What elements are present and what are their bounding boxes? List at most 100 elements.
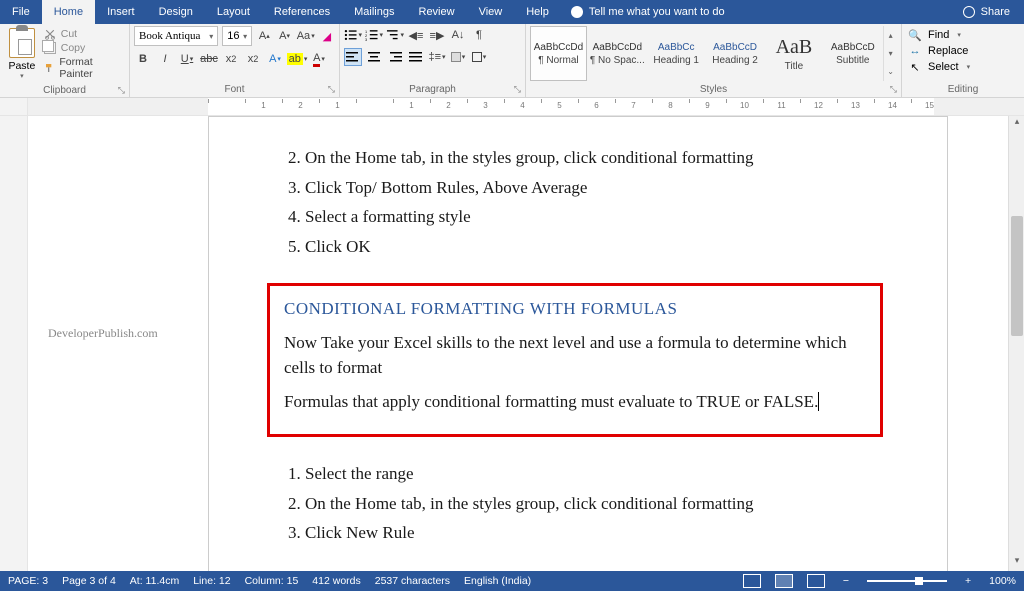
- bullets-button[interactable]: ▾: [344, 26, 362, 44]
- box-paragraph: Now Take your Excel skills to the next l…: [284, 330, 866, 381]
- replace-icon: ↔: [908, 44, 922, 58]
- tab-layout[interactable]: Layout: [205, 0, 262, 24]
- align-right-button[interactable]: [386, 48, 404, 66]
- styles-more-icon[interactable]: ⌄: [887, 67, 894, 76]
- paragraph-launcher[interactable]: ⤡: [514, 84, 521, 95]
- cut-icon: [44, 28, 56, 40]
- scroll-thumb[interactable]: [1011, 216, 1023, 336]
- group-styles: AaBbCcDd¶ Normal AaBbCcDd¶ No Spac... Aa…: [526, 24, 902, 97]
- tab-view[interactable]: View: [467, 0, 515, 24]
- clear-formatting-button[interactable]: ◢: [319, 27, 335, 45]
- list-item: On the Home tab, in the styles group, cl…: [305, 145, 883, 171]
- superscript-button[interactable]: x2: [244, 50, 262, 68]
- borders-button[interactable]: ▾: [470, 48, 488, 66]
- status-column[interactable]: Column: 15: [245, 575, 299, 587]
- italic-button[interactable]: I: [156, 50, 174, 68]
- multilevel-list-button[interactable]: ▾: [386, 26, 404, 44]
- group-clipboard: Paste ▾ Cut Copy Format Painter Clipboar…: [0, 24, 130, 97]
- group-editing: 🔍Find▾ ↔Replace ↖Select▾ Editing: [902, 24, 1024, 97]
- numbering-button[interactable]: 123▾: [365, 26, 383, 44]
- styles-gallery-nav: ▴ ▾ ⌄: [883, 26, 897, 81]
- shading-button[interactable]: ▾: [449, 48, 467, 66]
- align-left-button[interactable]: [344, 48, 362, 66]
- vertical-scrollbar[interactable]: ▴ ▾: [1008, 116, 1024, 571]
- grow-font-button[interactable]: A▴: [256, 27, 272, 45]
- replace-button[interactable]: ↔Replace: [908, 44, 1018, 58]
- list-item: Select a formatting style: [305, 204, 883, 230]
- status-page-of[interactable]: Page 3 of 4: [62, 575, 116, 587]
- zoom-in-button[interactable]: +: [961, 575, 975, 587]
- line-spacing-button[interactable]: ‡≡▾: [428, 48, 446, 66]
- format-painter-button[interactable]: Format Painter: [44, 56, 121, 80]
- tell-me-label: Tell me what you want to do: [589, 6, 725, 18]
- zoom-level[interactable]: 100%: [989, 575, 1016, 587]
- style-normal[interactable]: AaBbCcDd¶ Normal: [530, 26, 587, 81]
- font-launcher[interactable]: ⤡: [328, 84, 335, 95]
- select-button[interactable]: ↖Select▾: [908, 60, 1018, 74]
- status-line[interactable]: Line: 12: [193, 575, 230, 587]
- print-layout-icon[interactable]: [775, 574, 793, 588]
- scroll-down-icon[interactable]: ▾: [1009, 555, 1024, 571]
- style-no-spacing[interactable]: AaBbCcDd¶ No Spac...: [589, 26, 646, 81]
- decrease-indent-button[interactable]: ◀≡: [407, 26, 425, 44]
- status-words[interactable]: 412 words: [312, 575, 360, 587]
- cut-button[interactable]: Cut: [44, 28, 121, 40]
- copy-button[interactable]: Copy: [44, 42, 121, 54]
- style-subtitle[interactable]: AaBbCcDSubtitle: [824, 26, 881, 81]
- paste-button[interactable]: Paste ▾: [4, 26, 40, 82]
- font-name-combo[interactable]: Book Antiqua▾: [134, 26, 218, 46]
- status-at[interactable]: At: 11.4cm: [130, 575, 179, 587]
- vertical-ruler[interactable]: [0, 116, 28, 571]
- highlighted-box: CONDITIONAL FORMATTING WITH FORMULAS Now…: [267, 283, 883, 437]
- highlight-button[interactable]: ab▾: [288, 50, 306, 68]
- group-font: Book Antiqua▾ 16▾ A▴ A▾ Aa▾ ◢ B I U▾ abc…: [130, 24, 340, 97]
- tab-insert[interactable]: Insert: [95, 0, 147, 24]
- increase-indent-button[interactable]: ≡▶: [428, 26, 446, 44]
- align-center-button[interactable]: [365, 48, 383, 66]
- tab-mailings[interactable]: Mailings: [342, 0, 406, 24]
- style-title[interactable]: AaBTitle: [766, 26, 823, 81]
- share-button[interactable]: Share: [949, 6, 1024, 18]
- zoom-out-button[interactable]: −: [839, 575, 853, 587]
- search-icon: 🔍: [908, 28, 922, 42]
- read-mode-icon[interactable]: [743, 574, 761, 588]
- copy-label: Copy: [61, 42, 86, 54]
- list-item: Click OK: [305, 234, 883, 260]
- bold-button[interactable]: B: [134, 50, 152, 68]
- cursor-icon: ↖: [908, 60, 922, 74]
- underline-button[interactable]: U▾: [178, 50, 196, 68]
- status-language[interactable]: English (India): [464, 575, 531, 587]
- change-case-button[interactable]: Aa▾: [297, 27, 315, 45]
- tab-review[interactable]: Review: [407, 0, 467, 24]
- sort-button[interactable]: A↓: [449, 26, 467, 44]
- tell-me[interactable]: Tell me what you want to do: [561, 6, 735, 18]
- styles-down-icon[interactable]: ▾: [889, 49, 893, 58]
- justify-button[interactable]: [407, 48, 425, 66]
- status-chars[interactable]: 2537 characters: [375, 575, 450, 587]
- scroll-up-icon[interactable]: ▴: [1009, 116, 1024, 132]
- status-page[interactable]: PAGE: 3: [8, 575, 48, 587]
- zoom-slider[interactable]: [867, 580, 947, 582]
- text-effects-button[interactable]: A▾: [266, 50, 284, 68]
- format-painter-label: Format Painter: [59, 56, 121, 80]
- tab-file[interactable]: File: [0, 0, 42, 24]
- style-heading2[interactable]: AaBbCcDHeading 2: [707, 26, 764, 81]
- styles-up-icon[interactable]: ▴: [889, 31, 893, 40]
- tab-design[interactable]: Design: [147, 0, 205, 24]
- web-layout-icon[interactable]: [807, 574, 825, 588]
- tab-help[interactable]: Help: [514, 0, 561, 24]
- font-color-button[interactable]: A▾: [310, 50, 328, 68]
- tab-home[interactable]: Home: [42, 0, 95, 24]
- style-heading1[interactable]: AaBbCcHeading 1: [648, 26, 705, 81]
- strikethrough-button[interactable]: abc: [200, 50, 218, 68]
- subscript-button[interactable]: x2: [222, 50, 240, 68]
- clipboard-launcher[interactable]: ⤡: [118, 85, 125, 96]
- document-page[interactable]: On the Home tab, in the styles group, cl…: [208, 116, 948, 571]
- font-size-combo[interactable]: 16▾: [222, 26, 252, 46]
- horizontal-ruler[interactable]: 12112345678910111213141516171819: [0, 98, 1024, 116]
- styles-launcher[interactable]: ⤡: [890, 84, 897, 95]
- find-button[interactable]: 🔍Find▾: [908, 28, 1018, 42]
- shrink-font-button[interactable]: A▾: [276, 27, 292, 45]
- show-hide-button[interactable]: ¶: [470, 26, 488, 44]
- tab-references[interactable]: References: [262, 0, 342, 24]
